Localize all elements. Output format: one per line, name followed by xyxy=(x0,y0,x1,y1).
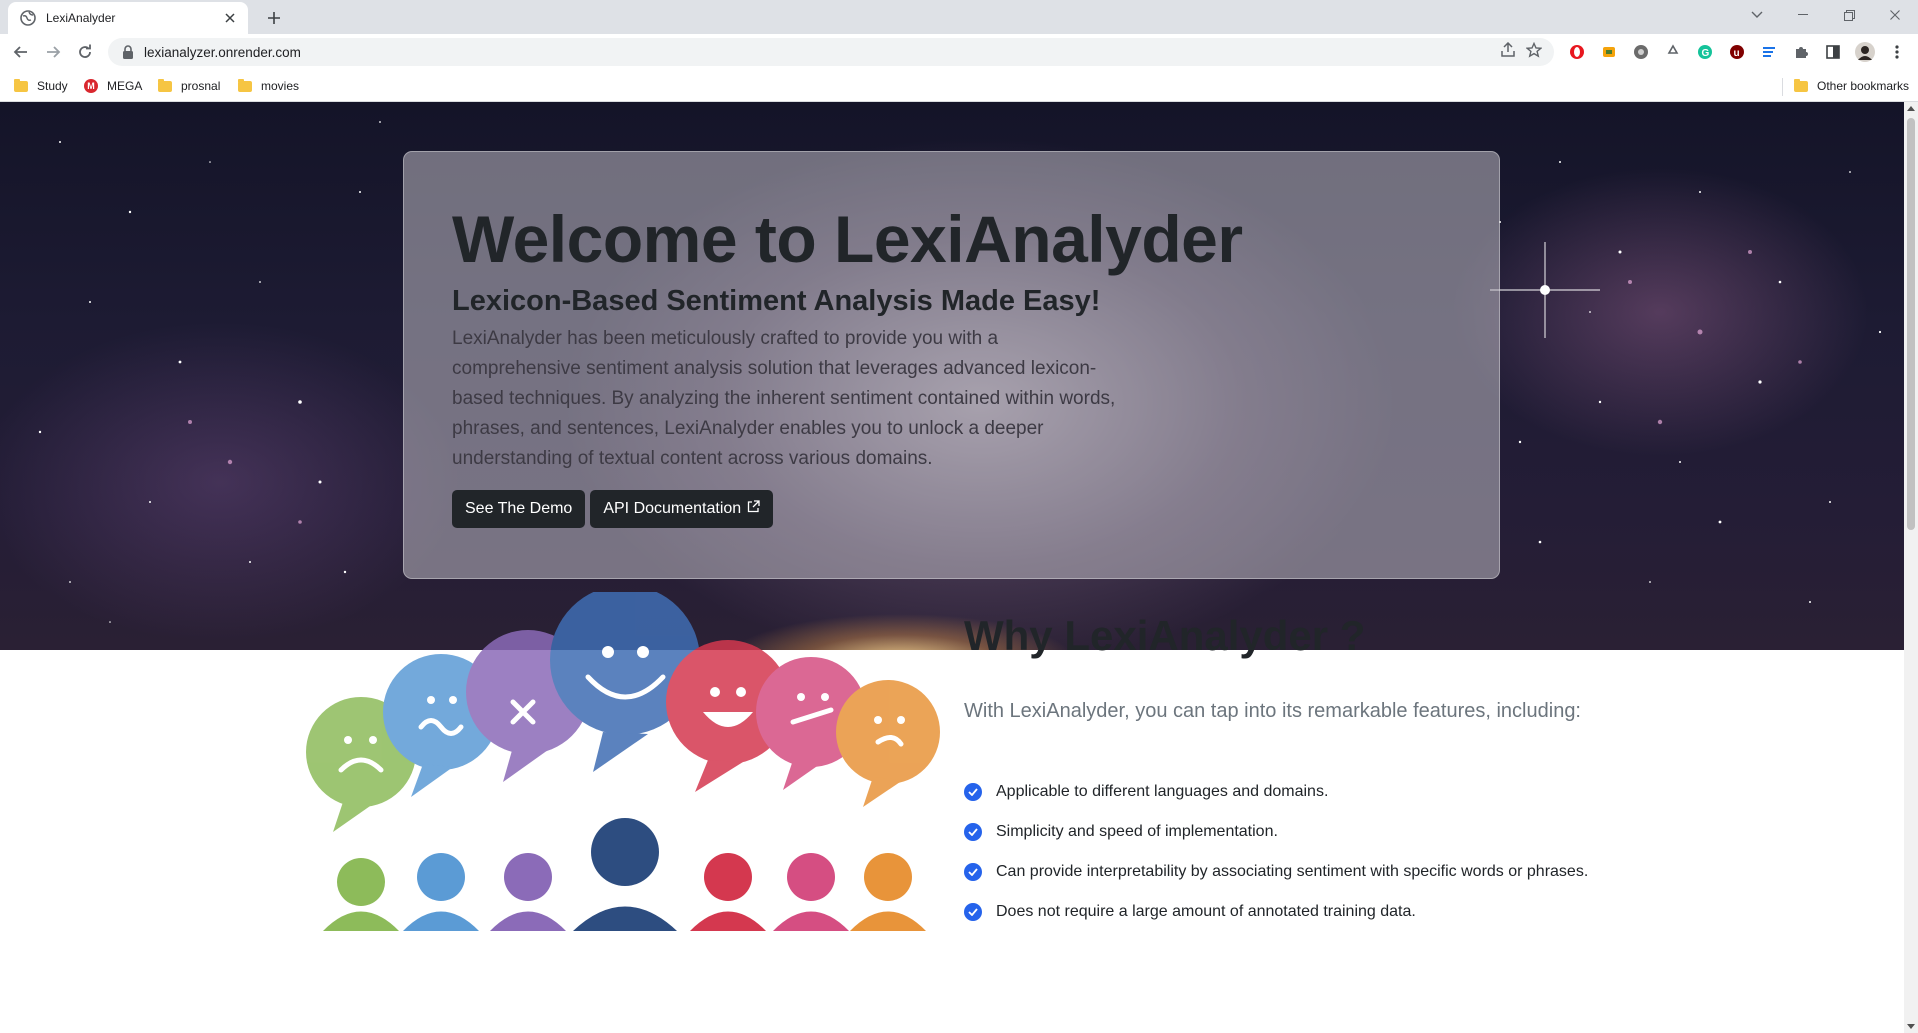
folder-icon xyxy=(1794,78,1808,92)
restore-button[interactable] xyxy=(1826,0,1872,30)
feature-text: Applicable to different languages and do… xyxy=(996,783,1329,800)
sidepanel-icon[interactable] xyxy=(1820,39,1846,65)
bookmarks-bar: Study M MEGA prosnal movies Other bookma… xyxy=(0,70,1918,102)
bright-star xyxy=(1490,242,1600,338)
close-icon[interactable] xyxy=(222,10,238,26)
see-demo-button[interactable]: See The Demo xyxy=(452,489,586,528)
feature-text: Simplicity and speed of implementation. xyxy=(996,823,1278,840)
why-lead-text: With LexiAnalyder, you can tap into its … xyxy=(964,700,1581,722)
globe-icon xyxy=(20,10,36,26)
reload-icon[interactable] xyxy=(72,39,98,65)
hero-card: Welcome to LexiAnalyder Lexicon-Based Se… xyxy=(403,151,1500,579)
minimize-button[interactable] xyxy=(1780,0,1826,30)
check-circle-icon xyxy=(964,863,982,881)
list-item: Simplicity and speed of implementation. xyxy=(964,812,1588,852)
feature-text: Can provide interpretability by associat… xyxy=(996,863,1589,880)
new-tab-button[interactable] xyxy=(260,6,288,30)
hero-title: Welcome to LexiAnalyder xyxy=(452,202,1243,276)
bookmark-mega[interactable]: M MEGA xyxy=(84,75,142,97)
why-title: Why LexiAnalyder ? xyxy=(964,612,1366,659)
lock-icon xyxy=(122,45,134,59)
browser-tab[interactable]: LexiAnalyder xyxy=(8,2,248,34)
folder-icon xyxy=(14,78,28,92)
hero-subtitle: Lexicon-Based Sentiment Analysis Made Ea… xyxy=(452,285,1101,317)
bookmark-label: movies xyxy=(261,79,300,93)
scroll-up-arrow-icon[interactable] xyxy=(1907,106,1915,111)
check-circle-icon xyxy=(964,783,982,801)
extension-icon[interactable] xyxy=(1596,39,1622,65)
forward-arrow-icon[interactable] xyxy=(40,39,66,65)
tab-search-icon[interactable] xyxy=(1734,0,1780,30)
features-list: Applicable to different languages and do… xyxy=(964,772,1588,932)
page-scrollbar[interactable] xyxy=(1904,102,1918,1033)
recycle-icon[interactable] xyxy=(1660,39,1686,65)
svg-text:G: G xyxy=(1702,48,1710,59)
other-bookmarks[interactable]: Other bookmarks xyxy=(1794,75,1909,97)
check-circle-icon xyxy=(964,823,982,841)
close-window-button[interactable] xyxy=(1872,0,1918,30)
list-item: Does not require a large amount of annot… xyxy=(964,892,1588,932)
bookmark-star-icon[interactable] xyxy=(1525,41,1543,63)
kebab-menu-icon[interactable] xyxy=(1884,39,1910,65)
feature-text: Does not require a large amount of annot… xyxy=(996,903,1416,920)
list-item: Applicable to different languages and do… xyxy=(964,772,1588,812)
bookmark-label: Other bookmarks xyxy=(1817,79,1910,93)
back-arrow-icon[interactable] xyxy=(8,39,34,65)
grammarly-icon[interactable]: G xyxy=(1692,39,1718,65)
hero-section: Welcome to LexiAnalyder Lexicon-Based Se… xyxy=(0,102,1904,650)
svg-text:u: u xyxy=(1734,48,1740,59)
folder-icon xyxy=(158,78,172,92)
puzzle-icon[interactable] xyxy=(1788,39,1814,65)
url-text: lexianalyzer.onrender.com xyxy=(144,44,301,60)
sentiment-faces-illustration xyxy=(306,592,940,931)
api-documentation-label: API Documentation xyxy=(603,499,742,517)
hero-buttons: See The Demo API Documentation xyxy=(452,489,1451,528)
list-item: Can provide interpretability by associat… xyxy=(964,852,1588,892)
see-demo-label: See The Demo xyxy=(465,499,573,517)
share-icon[interactable] xyxy=(1500,41,1516,63)
bookmark-label: Study xyxy=(37,79,68,93)
bookmark-label: MEGA xyxy=(107,79,143,93)
bookmark-movies[interactable]: movies xyxy=(238,75,299,97)
mega-icon: M xyxy=(84,79,98,93)
tab-title: LexiAnalyder xyxy=(46,11,116,25)
ublock-icon[interactable]: u xyxy=(1724,39,1750,65)
external-link-icon xyxy=(747,500,760,518)
page-viewport: Welcome to LexiAnalyder Lexicon-Based Se… xyxy=(0,102,1904,1033)
bookmark-prosnal[interactable]: prosnal xyxy=(158,75,220,97)
profile-avatar[interactable] xyxy=(1852,39,1878,65)
browser-toolbar: lexianalyzer.onrender.com G u xyxy=(0,34,1918,70)
address-bar[interactable]: lexianalyzer.onrender.com xyxy=(108,38,1554,66)
scroll-down-arrow-icon[interactable] xyxy=(1907,1024,1915,1029)
api-documentation-button[interactable]: API Documentation xyxy=(590,489,774,528)
reading-list-icon[interactable] xyxy=(1756,39,1782,65)
folder-icon xyxy=(238,78,252,92)
bookmark-label: prosnal xyxy=(181,79,221,93)
check-circle-icon xyxy=(964,903,982,921)
scrollbar-thumb[interactable] xyxy=(1907,118,1915,530)
bookmarks-divider xyxy=(1782,78,1783,96)
bookmark-study[interactable]: Study xyxy=(14,75,68,97)
opera-icon[interactable] xyxy=(1564,39,1590,65)
extension-icon[interactable] xyxy=(1628,39,1654,65)
hero-description: LexiAnalyder has been meticulously craft… xyxy=(452,327,1116,469)
browser-tab-bar: LexiAnalyder xyxy=(0,0,1918,34)
